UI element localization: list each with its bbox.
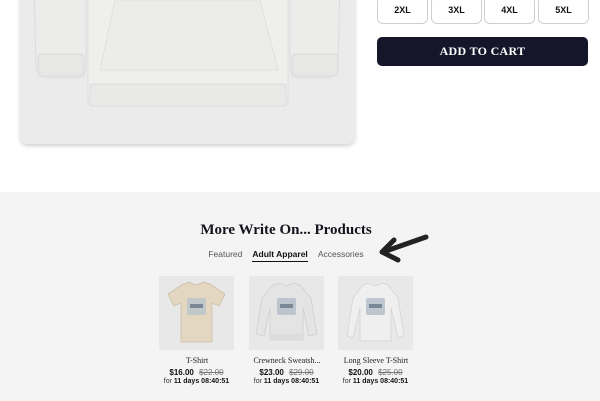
sale-timer: for 11 days 08:40:51 [338,378,413,385]
size-4xl-button[interactable]: 4XL [484,0,535,24]
sweatshirt-image [33,0,341,107]
product-detail-area: 2XL 3XL 4XL 5XL ADD TO CART [0,0,600,192]
more-products-title: More Write On... Products [200,222,372,238]
product-name[interactable]: T-Shirt [158,356,236,365]
add-to-cart-button[interactable]: ADD TO CART [377,37,588,66]
product-price: $16.00 $22.00 [159,368,234,377]
price-original: $22.00 [199,368,224,377]
product-thumbnail[interactable] [338,276,413,350]
sale-timer: for 11 days 08:40:51 [249,378,324,385]
timer-time: 08:40:51 [201,378,230,385]
product-price: $23.00 $29.00 [249,368,324,377]
timer-time: 08:40:51 [380,378,409,385]
price-current: $16.00 [169,368,194,377]
sale-timer: for 11 days 08:40:51 [159,378,234,385]
arrow-left-icon [379,234,429,263]
product-tabs: Featured Adult Apparel Accessories [0,249,572,262]
product-name[interactable]: Crewneck Sweatsh... [248,356,326,365]
product-name[interactable]: Long Sleeve T-Shirt [337,356,415,365]
size-2xl-button[interactable]: 2XL [377,0,428,24]
timer-prefix: for [253,378,262,385]
product-thumbnail[interactable] [249,276,324,350]
product-hero-image [20,0,355,144]
size-3xl-button[interactable]: 3XL [431,0,482,24]
timer-days: 11 days [263,378,290,385]
price-current: $20.00 [348,368,373,377]
tab-accessories[interactable]: Accessories [318,249,364,262]
product-card-crewneck[interactable]: Crewneck Sweatsh... $23.00 $29.00 for 11… [249,276,324,385]
product-thumbnail[interactable] [159,276,234,350]
tab-adult-apparel[interactable]: Adult Apparel [252,249,308,262]
product-card-long-sleeve[interactable]: Long Sleeve T-Shirt $20.00 $25.00 for 11… [338,276,413,385]
tshirt-image [167,281,226,343]
price-original: $25.00 [378,368,403,377]
tab-featured[interactable]: Featured [208,249,242,262]
size-5xl-button[interactable]: 5XL [538,0,589,24]
price-original: $29.00 [289,368,314,377]
more-products-section: More Write On... Products Featured Adult… [0,192,600,401]
crewneck-image [255,282,318,341]
timer-days: 11 days [173,378,200,385]
timer-days: 11 days [352,378,379,385]
product-price: $20.00 $25.00 [338,368,413,377]
product-card-tshirt[interactable]: T-Shirt $16.00 $22.00 for 11 days 08:40:… [159,276,234,385]
price-current: $23.00 [259,368,284,377]
timer-prefix: for [342,378,351,385]
long-sleeve-image [346,282,405,342]
timer-prefix: for [163,378,172,385]
timer-time: 08:40:51 [291,378,320,385]
